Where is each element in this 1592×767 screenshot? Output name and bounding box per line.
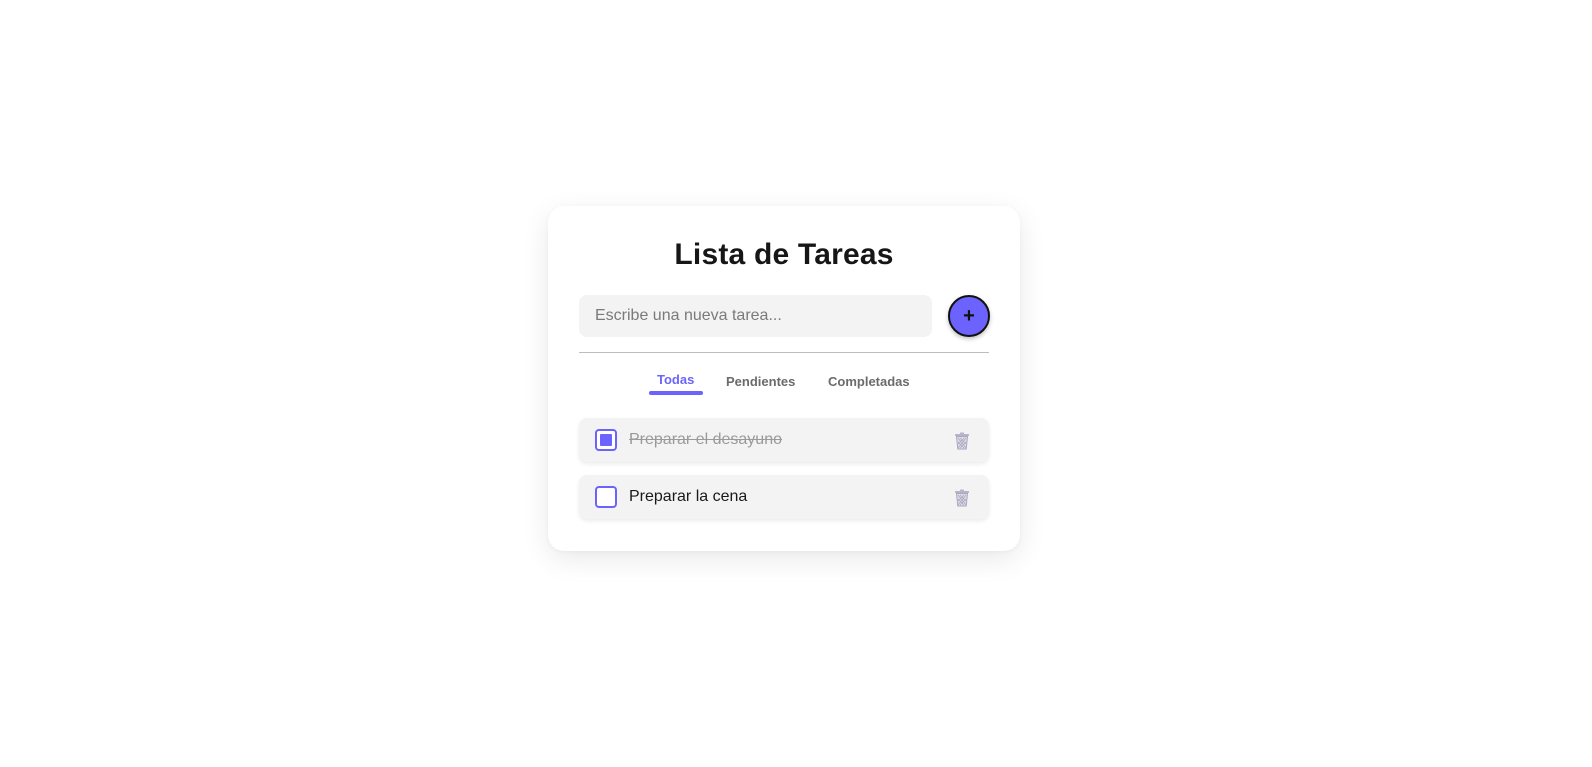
task-checkbox[interactable] xyxy=(595,486,617,508)
task-item: Preparar la cena xyxy=(579,475,989,519)
filter-tabs: Todas Pendientes Completadas xyxy=(548,372,1020,402)
task-checkbox-checked[interactable] xyxy=(595,429,617,451)
task-text: Preparar el desayuno xyxy=(629,431,782,448)
task-item: Preparar el desayuno xyxy=(579,418,989,462)
new-task-input[interactable] xyxy=(579,295,932,337)
tab-todas[interactable]: Todas xyxy=(657,372,694,387)
tab-pendientes[interactable]: Pendientes xyxy=(726,374,795,389)
page-title: Lista de Tareas xyxy=(674,238,894,271)
trash-icon[interactable] xyxy=(953,432,971,450)
task-text: Preparar la cena xyxy=(629,488,748,505)
checkbox-fill xyxy=(600,434,612,446)
trash-icon[interactable] xyxy=(953,489,971,507)
add-task-button[interactable]: + xyxy=(948,295,990,337)
active-tab-indicator xyxy=(649,391,703,395)
todo-card: Lista de Tareas + Todas Pendientes Compl… xyxy=(548,206,1020,551)
divider xyxy=(579,352,989,353)
new-task-row: + xyxy=(579,295,990,337)
tab-completadas[interactable]: Completadas xyxy=(828,374,910,389)
